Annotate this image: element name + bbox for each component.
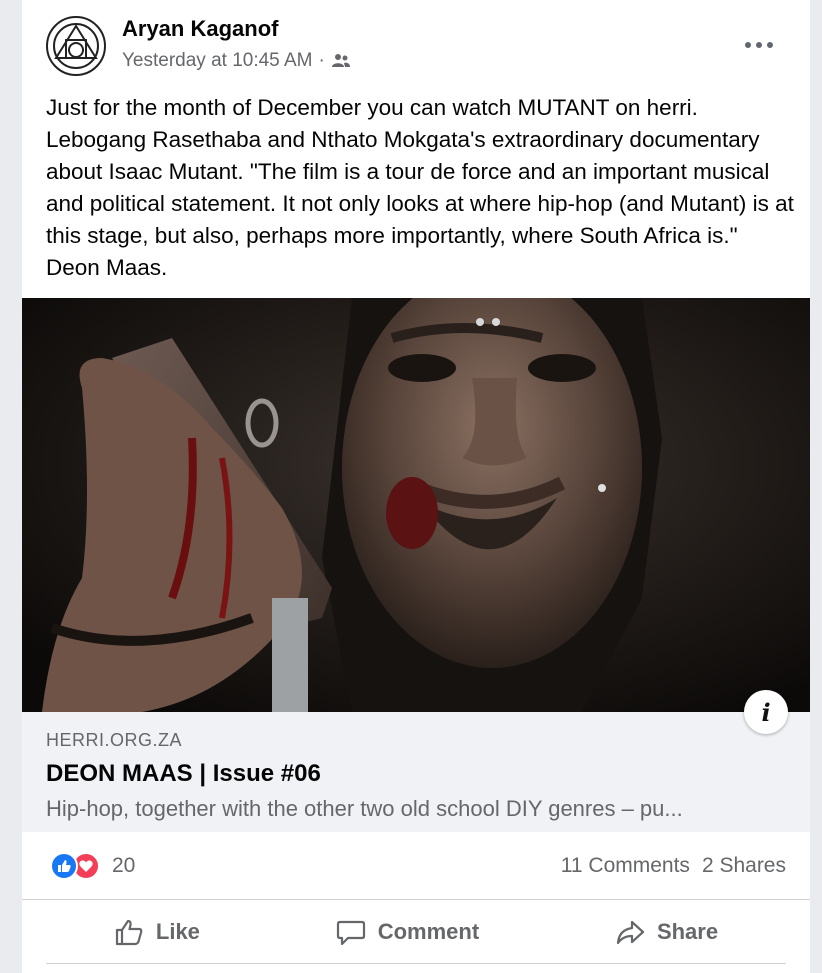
meta-separator: · [318,50,325,71]
portrait-photo-image [22,298,810,712]
reaction-count: 20 [112,854,136,877]
comment-label: Comment [377,918,480,944]
alchemy-symbol-icon [53,23,99,69]
info-icon: i [761,697,771,727]
link-domain: HERRI.ORG.ZA [46,730,183,750]
share-arrow-icon [616,920,645,944]
post-photo[interactable] [22,298,810,712]
link-description: Hip-hop, together with the other two old… [46,796,683,821]
comment-button[interactable]: Comment [336,918,479,946]
shares-count-link[interactable]: 2 Shares [702,854,786,878]
comment-bubble-icon [336,920,365,945]
like-reaction-icon [50,852,78,880]
post-body-text: Just for the month of December you can w… [46,95,794,280]
thumbs-up-icon [115,919,143,945]
author-name[interactable]: Aryan Kaganof [122,16,278,42]
like-label: Like [155,918,200,944]
comments-count-link[interactable]: 11 Comments [561,854,690,878]
link-info-button[interactable]: i [744,690,788,734]
friends-icon[interactable] [331,53,351,69]
post-card: Aryan Kaganof Yesterday at 10:45 AM · Ju… [22,0,810,973]
engagement-stats: 20 11 Comments 2 Shares [22,834,810,900]
post-timestamp[interactable]: Yesterday at 10:45 AM [122,50,312,72]
share-label: Share [656,918,719,944]
reactions-summary[interactable]: 20 [50,852,135,880]
author-avatar[interactable] [46,16,106,76]
post-header: Aryan Kaganof Yesterday at 10:45 AM · [22,0,810,90]
link-title[interactable]: DEON MAAS | Issue #06 [46,760,321,788]
more-options-icon[interactable] [744,30,774,54]
link-preview[interactable]: HERRI.ORG.ZA DEON MAAS | Issue #06 Hip-h… [22,712,810,832]
comment-share-counts: 11 Comments 2 Shares [561,854,786,878]
post-actions-bar: Like Comment Share [46,900,786,964]
post-meta: Yesterday at 10:45 AM · [122,50,351,72]
share-button[interactable]: Share [615,918,718,946]
like-button[interactable]: Like [114,918,200,946]
